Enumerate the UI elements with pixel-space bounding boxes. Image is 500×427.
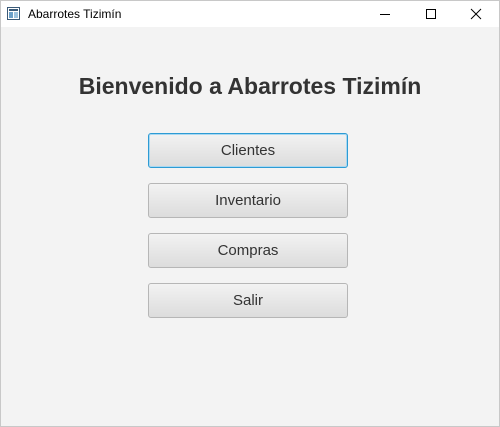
maximize-button[interactable] <box>408 1 454 27</box>
main-content: Bienvenido a Abarrotes Tizimín Clientes … <box>1 27 499 426</box>
salir-button[interactable]: Salir <box>148 283 348 318</box>
clientes-button[interactable]: Clientes <box>148 133 348 168</box>
close-icon <box>470 8 482 20</box>
maximize-icon <box>426 9 436 19</box>
title-bar[interactable]: Abarrotes Tizimín <box>1 1 499 27</box>
app-icon <box>7 7 20 20</box>
minimize-icon <box>380 14 390 15</box>
compras-button[interactable]: Compras <box>148 233 348 268</box>
app-window: Abarrotes Tizimín Bienvenido a Abarrotes… <box>0 0 500 427</box>
window-title: Abarrotes Tizimín <box>28 7 122 21</box>
close-button[interactable] <box>453 1 499 27</box>
page-title: Bienvenido a Abarrotes Tizimín <box>78 73 422 99</box>
minimize-button[interactable] <box>362 1 408 27</box>
inventario-button[interactable]: Inventario <box>148 183 348 218</box>
